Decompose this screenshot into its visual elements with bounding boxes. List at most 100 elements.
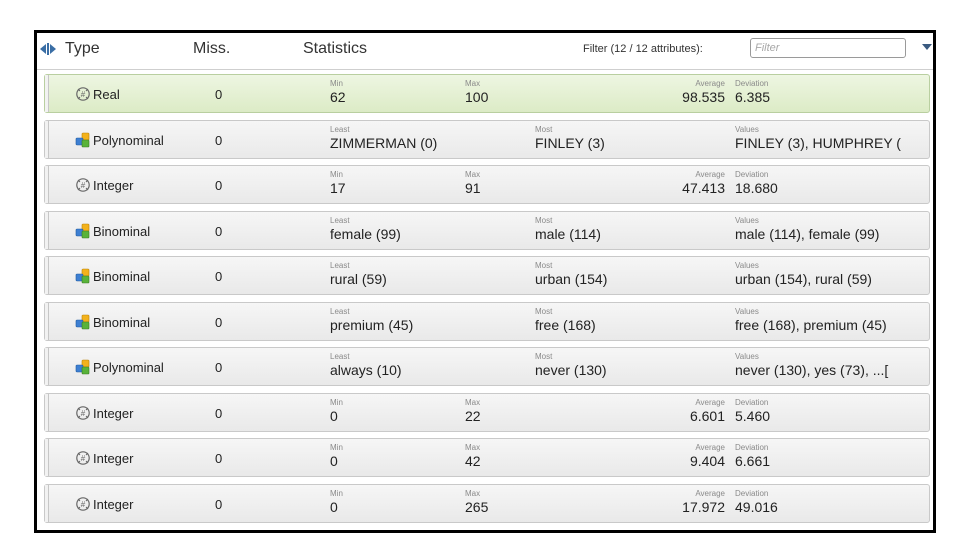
- attribute-type: Binominal: [93, 223, 151, 239]
- statistic-cell: Most FINLEY (3): [535, 124, 605, 152]
- statistic-caption: Average: [695, 170, 725, 179]
- statistic-caption: Values: [735, 261, 759, 270]
- statistic-cell: Average 17.972: [600, 488, 725, 516]
- filter-dropdown-arrow-icon[interactable]: [922, 44, 932, 50]
- statistic-cell: Min 0: [330, 442, 343, 470]
- statistic-value: 42: [465, 453, 481, 469]
- attribute-row[interactable]: # Integer 0 Min 0 Max 22 Average 6.601 Deviation 5…: [44, 392, 930, 432]
- statistic-cell: Values free (168), premium (45): [735, 306, 887, 334]
- statistic-value: 91: [465, 180, 481, 196]
- statistic-cell: Values male (114), female (99): [735, 215, 879, 243]
- svg-text:#: #: [81, 90, 86, 99]
- statistic-caption: Min: [330, 170, 343, 179]
- statistic-cell: Least ZIMMERMAN (0): [330, 124, 437, 152]
- statistic-value: male (114), female (99): [735, 225, 880, 242]
- statistic-caption: Most: [535, 306, 553, 316]
- statistic-value: 5.460: [735, 407, 771, 424]
- statistic-cell: Max 265: [465, 488, 488, 516]
- attribute-type: Binominal: [93, 269, 151, 284]
- type-column-header[interactable]: Type: [65, 40, 100, 58]
- statistic-cell: Values never (130), yes (73), ...[: [735, 351, 888, 379]
- statistic-caption: Average: [695, 443, 725, 452]
- attribute-row[interactable]: # Integer 0 Min 0 Max 265 Average 17.972 Deviatio…: [44, 483, 930, 523]
- statistic-caption: Min: [330, 488, 343, 498]
- statistic-value: 17.972: [682, 498, 725, 515]
- statistic-cell: Values urban (154), rural (59): [735, 260, 872, 288]
- attribute-type: Integer: [93, 451, 134, 466]
- statistic-caption: Min: [330, 443, 343, 452]
- statistic-value: 17: [330, 180, 346, 196]
- statistic-cell: Deviation 6.385: [735, 78, 770, 106]
- statistic-caption: Deviation: [735, 170, 769, 179]
- attribute-row[interactable]: # Integer 0 Min 17 Max 91 Average 47.413 Deviatio…: [44, 165, 930, 204]
- filter-input[interactable]: [750, 38, 906, 58]
- statistic-value: premium (45): [330, 316, 414, 333]
- statistic-caption: Max: [465, 79, 481, 88]
- statistic-cell: Least always (10): [330, 351, 402, 379]
- numeric-attribute-icon: #: [75, 177, 91, 193]
- statistic-caption: Average: [695, 488, 725, 498]
- statistic-cell: Average 98.535: [600, 78, 725, 106]
- attribute-type: Polynominal: [93, 132, 164, 148]
- missing-count: 0: [215, 269, 223, 284]
- missing-count: 0: [215, 360, 223, 375]
- attribute-row[interactable]: Binominal 0 Least female (99) Most male (114)…: [44, 210, 930, 250]
- missing-count: 0: [215, 178, 223, 193]
- attribute-row[interactable]: Polynominal 0 Least ZIMMERMAN (0) Most FINLEY…: [44, 119, 930, 159]
- statistic-value: 0: [330, 498, 338, 515]
- missing-count: 0: [215, 132, 223, 148]
- statistic-value: urban (154): [535, 271, 608, 287]
- statistic-value: never (130), yes (73), ...[: [735, 362, 889, 378]
- statistic-cell: Deviation 18.680: [735, 169, 778, 197]
- statistic-cell: Average 47.413: [600, 169, 725, 197]
- attribute-type: Integer: [93, 178, 134, 193]
- missing-count: 0: [215, 314, 223, 330]
- statistic-value: 6.385: [735, 89, 771, 105]
- statistic-cell: Most free (168): [535, 306, 596, 334]
- statistic-cell: Average 6.601: [600, 397, 725, 425]
- statistic-value: female (99): [330, 225, 401, 242]
- statistic-caption: Least: [330, 215, 350, 225]
- statistic-cell: Least rural (59): [330, 260, 387, 288]
- statistic-caption: Min: [330, 397, 343, 407]
- statistic-cell: Most urban (154): [535, 260, 607, 288]
- statistic-caption: Deviation: [735, 397, 769, 407]
- statistic-value: 98.535: [682, 89, 725, 105]
- numeric-attribute-icon: #: [75, 496, 91, 512]
- attribute-type: Integer: [93, 496, 134, 512]
- statistic-caption: Max: [465, 397, 481, 407]
- statistic-value: ZIMMERMAN (0): [330, 134, 438, 151]
- statistic-value: 100: [465, 89, 489, 105]
- statistic-value: 22: [465, 407, 481, 424]
- statistic-value: always (10): [330, 362, 402, 378]
- numeric-attribute-icon: #: [75, 405, 91, 421]
- statistic-caption: Least: [330, 124, 350, 134]
- attribute-type: Real: [93, 87, 120, 102]
- statistic-value: free (168): [535, 316, 596, 333]
- statistic-value: 0: [330, 407, 338, 424]
- attribute-row[interactable]: # Real 0 Min 62 Max 100 Average 98.535 Deviation 6…: [44, 74, 930, 113]
- nominal-attribute-icon: [75, 314, 91, 330]
- statistic-value: FINLEY (3), HUMPHREY (: [735, 134, 901, 151]
- statistic-value: FINLEY (3): [535, 134, 605, 151]
- missing-column-header[interactable]: Miss.: [193, 40, 230, 58]
- numeric-attribute-icon: #: [75, 86, 91, 102]
- statistic-cell: Deviation 6.661: [735, 442, 770, 470]
- statistic-value: 49.016: [735, 498, 778, 515]
- statistic-cell: Deviation 5.460: [735, 397, 770, 425]
- statistic-cell: Max 91: [465, 169, 481, 197]
- statistics-column-header[interactable]: Statistics: [303, 40, 367, 58]
- attribute-row[interactable]: Polynominal 0 Least always (10) Most never (1…: [44, 347, 930, 386]
- attribute-row[interactable]: # Integer 0 Min 0 Max 42 Average 9.404 Deviation 6…: [44, 438, 930, 477]
- statistic-value: 6.661: [735, 453, 771, 469]
- attribute-type: Integer: [93, 405, 134, 421]
- filter-label: Filter (12 / 12 attributes):: [583, 43, 703, 55]
- attribute-statistics-panel: Type Miss. Statistics Filter (12 / 12 at…: [34, 30, 936, 533]
- statistic-caption: Most: [535, 261, 553, 270]
- attribute-row[interactable]: Binominal 0 Least premium (45) Most free (168…: [44, 301, 930, 341]
- expand-collapse-icon[interactable]: [39, 41, 57, 57]
- statistic-value: 0: [330, 453, 338, 469]
- statistic-value: never (130): [535, 362, 607, 378]
- statistic-caption: Values: [735, 215, 759, 225]
- attribute-row[interactable]: Binominal 0 Least rural (59) Most urban (154)…: [44, 256, 930, 295]
